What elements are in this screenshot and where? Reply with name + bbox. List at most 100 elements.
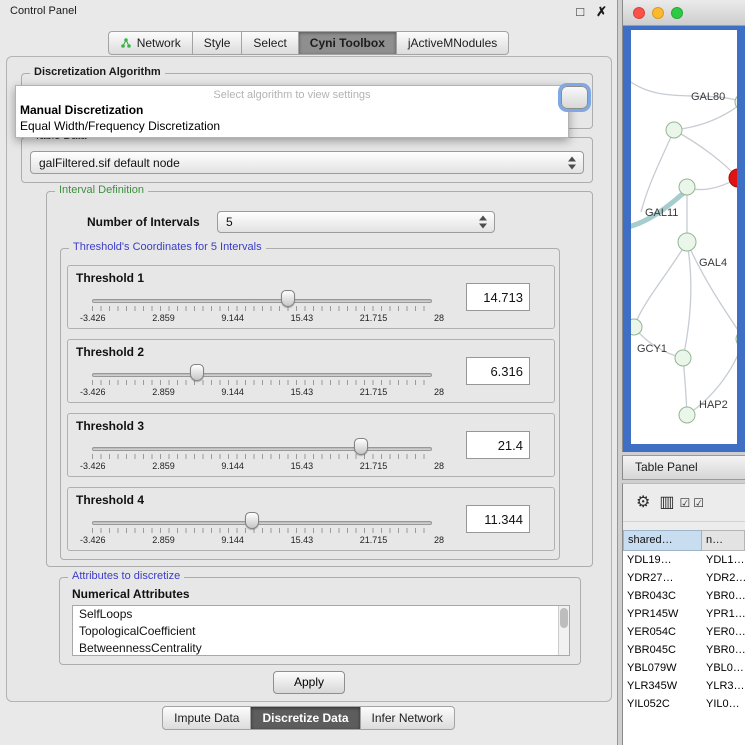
dropdown-option-equal-width-frequency[interactable]: Equal Width/Frequency Discretization <box>16 118 568 134</box>
tab-jactivemnodules[interactable]: jActiveMNodules <box>397 31 509 55</box>
selected-network-node[interactable] <box>729 169 737 187</box>
control-panel-tab-bar: Network Style Select Cyni Toolbox jActiv… <box>0 31 617 55</box>
slider-ticks <box>92 528 432 533</box>
slider-thumb[interactable] <box>281 290 295 307</box>
table-row[interactable]: YIL052CYIL0… <box>623 695 745 713</box>
scale-label: 2.859 <box>152 387 175 397</box>
float-window-icon[interactable]: □ <box>576 5 584 18</box>
list-item[interactable]: BetweennessCentrality <box>73 640 569 656</box>
network-node[interactable] <box>631 319 642 335</box>
column-header-name[interactable]: n… <box>702 530 745 551</box>
threshold-label: Threshold 4 <box>76 493 144 507</box>
threshold-3-value-field[interactable] <box>466 431 530 459</box>
network-canvas[interactable]: GAL80 GAL11 GAL4 GCY1 HAP2 <box>631 30 737 444</box>
slider-thumb[interactable] <box>354 438 368 455</box>
tab-cyni-toolbox[interactable]: Cyni Toolbox <box>299 31 397 55</box>
table-data-combobox[interactable]: galFiltered.sif default node <box>30 151 584 174</box>
close-traffic-light[interactable] <box>633 7 645 19</box>
gear-icon[interactable]: ⚙ <box>636 495 650 511</box>
cell-name: YDL1… <box>702 551 745 569</box>
apply-button[interactable]: Apply <box>273 671 345 694</box>
cell-shared-name: YER054C <box>623 623 702 641</box>
minimize-traffic-light[interactable] <box>652 7 664 19</box>
network-graph: GAL80 GAL11 GAL4 GCY1 HAP2 <box>631 30 737 444</box>
slider-track <box>92 299 432 303</box>
table-row[interactable]: YPR145WYPR1… <box>623 605 745 623</box>
combobox-value: galFiltered.sif default node <box>39 156 180 170</box>
threshold-label: Threshold 1 <box>76 271 144 285</box>
scale-label: 9.144 <box>221 313 244 323</box>
network-node[interactable] <box>736 331 737 347</box>
scale-label: 15.43 <box>291 387 314 397</box>
network-window-titlebar <box>623 0 745 26</box>
slider-scale: -3.426 2.859 9.144 15.43 21.715 28 <box>80 535 444 545</box>
scale-label: 2.859 <box>152 461 175 471</box>
column-header-shared-name[interactable]: shared… <box>623 530 702 551</box>
threshold-4-slider[interactable] <box>92 512 432 534</box>
threshold-2-slider[interactable] <box>92 364 432 386</box>
tab-impute-data[interactable]: Impute Data <box>162 706 251 730</box>
combobox-arrows-icon <box>568 156 577 169</box>
table-row[interactable]: YDR27…YDR2… <box>623 569 745 587</box>
network-node[interactable] <box>679 179 695 195</box>
algorithm-combobox[interactable] <box>561 86 588 109</box>
combobox-value: 5 <box>226 215 233 229</box>
cell-name: YBL0… <box>702 659 745 677</box>
scale-label: 21.715 <box>360 461 388 471</box>
threshold-3-slider[interactable] <box>92 438 432 460</box>
zoom-traffic-light[interactable] <box>671 7 683 19</box>
table-row[interactable]: YBL079WYBL0… <box>623 659 745 677</box>
threshold-1-slider[interactable] <box>92 290 432 312</box>
cell-name: YBR0… <box>702 641 745 659</box>
threshold-4-value-field[interactable] <box>466 505 530 533</box>
number-of-intervals-combobox[interactable]: 5 <box>217 211 495 233</box>
node-label: HAP2 <box>699 399 728 411</box>
tab-style[interactable]: Style <box>193 31 243 55</box>
tab-select[interactable]: Select <box>242 31 298 55</box>
table-row[interactable]: YER054CYER0… <box>623 623 745 641</box>
cyni-bottom-tab-bar: Impute Data Discretize Data Infer Networ… <box>0 706 617 730</box>
table-toolbar: ⚙ ▥ ☑ ☑ <box>623 484 745 522</box>
tab-label: Discretize Data <box>262 711 348 725</box>
slider-ticks <box>92 306 432 311</box>
network-node[interactable] <box>678 233 696 251</box>
cell-shared-name: YDR27… <box>623 569 702 587</box>
list-scrollbar[interactable] <box>558 606 569 655</box>
numerical-attributes-list: SelfLoops TopologicalCoefficient Between… <box>72 605 570 656</box>
threshold-2-value-field[interactable] <box>466 357 530 385</box>
tab-network[interactable]: Network <box>108 31 193 55</box>
tab-discretize-data[interactable]: Discretize Data <box>251 706 360 730</box>
threshold-1-value-field[interactable] <box>466 283 530 311</box>
list-item[interactable]: SelfLoops <box>73 606 569 623</box>
scale-label: -3.426 <box>80 387 106 397</box>
table-row[interactable]: YBR043CYBR0… <box>623 587 745 605</box>
table-panel-title: Table Panel <box>635 460 698 474</box>
tab-label: Impute Data <box>174 711 239 725</box>
dropdown-option-manual-discretization[interactable]: Manual Discretization <box>16 102 568 118</box>
cell-name: YBR0… <box>702 587 745 605</box>
scrollbar-thumb[interactable] <box>560 608 568 628</box>
tab-label: Select <box>253 36 286 50</box>
network-view-window: GAL80 GAL11 GAL4 GCY1 HAP2 <box>622 0 745 452</box>
slider-thumb[interactable] <box>190 364 204 381</box>
scale-label: 15.43 <box>291 535 314 545</box>
close-window-icon[interactable]: ✗ <box>596 5 607 18</box>
table-row[interactable]: YDL19…YDL1… <box>623 551 745 569</box>
list-item[interactable]: TopologicalCoefficient <box>73 623 569 640</box>
select-rows-icon[interactable]: ☑ <box>693 497 704 509</box>
select-all-icon[interactable]: ☑ <box>679 497 690 509</box>
threshold-4-panel: Threshold 4 -3.426 2.859 9.144 15.43 21.… <box>67 487 555 551</box>
node-label: GAL11 <box>645 207 678 219</box>
network-node[interactable] <box>675 350 691 366</box>
dropdown-placeholder: Select algorithm to view settings <box>16 86 568 102</box>
scale-label: 9.144 <box>221 461 244 471</box>
network-node[interactable] <box>666 122 682 138</box>
table-row[interactable]: YLR345WYLR3… <box>623 677 745 695</box>
slider-scale: -3.426 2.859 9.144 15.43 21.715 28 <box>80 461 444 471</box>
network-node[interactable] <box>679 407 695 423</box>
slider-thumb[interactable] <box>245 512 259 529</box>
tab-infer-network[interactable]: Infer Network <box>361 706 455 730</box>
table-row[interactable]: YBR045CYBR0… <box>623 641 745 659</box>
control-panel-titlebar: Control Panel □ ✗ <box>0 0 617 22</box>
columns-icon[interactable]: ▥ <box>659 495 674 511</box>
